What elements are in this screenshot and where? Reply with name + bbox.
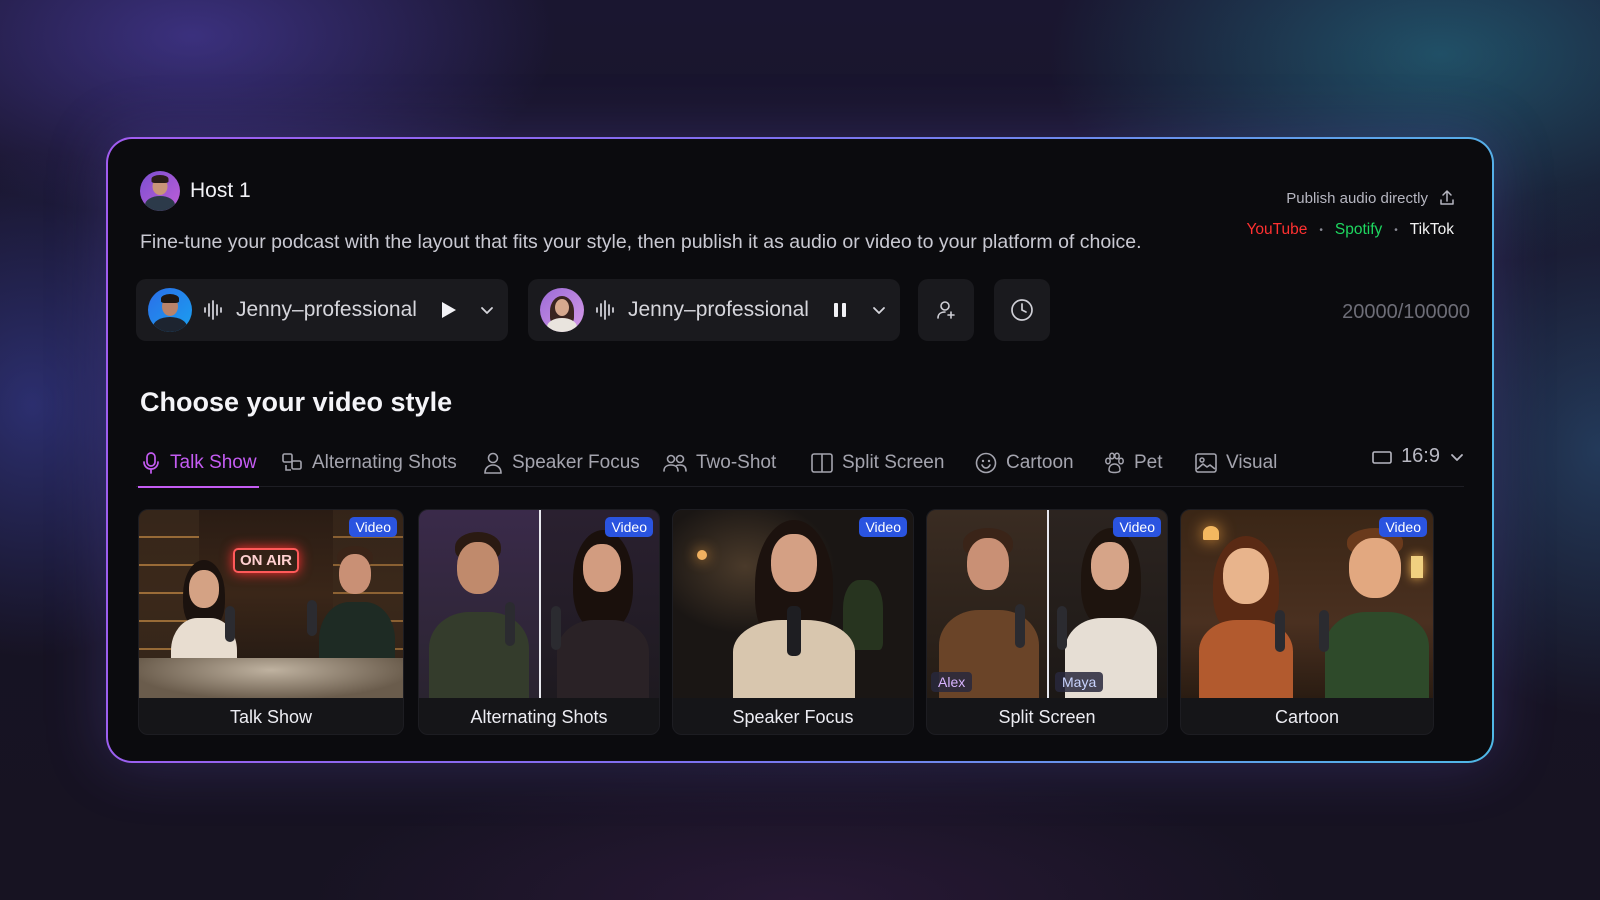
play-icon[interactable] [438,300,458,320]
chevron-down-icon[interactable] [478,301,496,319]
paw-icon [1102,451,1126,475]
card-thumbnail [673,510,913,698]
card-label: Speaker Focus [732,707,854,727]
pause-icon[interactable] [830,300,850,320]
voice-selector-host-2[interactable]: Jenny–professional [528,279,900,341]
microphone-icon [140,451,162,475]
card-label: Split Screen [998,707,1096,727]
card-label: Alternating Shots [470,707,608,727]
alternating-shots-icon [280,451,304,475]
two-people-icon [662,451,688,475]
tab-label: Speaker Focus [512,452,640,473]
app-frame: Host 1 Fine-tune your podcast with the l… [106,137,1494,763]
video-badge: Video [1379,517,1427,537]
person-icon [482,451,504,475]
waveform-icon [202,299,226,321]
tab-speaker-focus[interactable]: Speaker Focus [482,439,640,487]
platform-spotify[interactable]: Spotify [1335,221,1382,239]
style-card-cartoon[interactable]: Video Cartoon [1180,509,1434,735]
voice-avatar-female [540,288,584,332]
separator-dot: • [1319,224,1323,236]
section-title: Choose your video style [140,387,453,417]
platform-tiktok[interactable]: TikTok [1410,221,1454,239]
tab-label: Two-Shot [696,452,777,473]
description-text: Fine-tune your podcast with the layout t… [140,231,1142,253]
card-thumbnail: Alex Maya [927,510,1167,698]
voice-selector-host-1[interactable]: Jenny–professional [136,279,508,341]
chevron-down-icon [1448,448,1466,466]
host-title: Host 1 [190,179,251,202]
history-button[interactable] [994,279,1050,341]
tab-talk-show[interactable]: Talk Show [138,439,259,488]
card-label: Talk Show [229,707,313,727]
publish-audio-label: Publish audio directly [1286,189,1428,207]
card-label: Cartoon [1274,707,1340,727]
tab-label: Visual [1226,452,1278,473]
tab-label: Talk Show [170,452,257,473]
separator-dot: • [1394,224,1398,236]
tab-label: Cartoon [1006,452,1074,473]
voice-name: Jenny–professional [236,298,417,321]
add-speaker-button[interactable] [918,279,974,341]
video-style-tabs: Talk Show Alternating Shots Speaker Focu… [136,439,1464,488]
voice-avatar-male [148,288,192,332]
host-avatar[interactable] [140,171,180,211]
tab-pet[interactable]: Pet [1102,439,1163,487]
podcast-panel: Host 1 Fine-tune your podcast with the l… [108,139,1492,761]
video-badge: Video [349,517,397,537]
split-screen-icon [810,451,834,475]
style-card-split-screen[interactable]: Alex Maya Video Split Screen [926,509,1168,735]
style-card-talk-show[interactable]: ON AIR Video Talk Show [138,509,404,735]
user-add-icon [934,298,958,322]
tab-label: Split Screen [842,452,945,473]
platform-youtube[interactable]: YouTube [1246,221,1307,239]
smiley-icon [974,451,998,475]
platform-list: YouTube • Spotify • TikTok [1246,221,1454,239]
style-card-alternating-shots[interactable]: Video Alternating Shots [418,509,660,735]
waveform-icon [594,299,618,321]
tab-two-shot[interactable]: Two-Shot [662,439,776,487]
upload-icon [1438,189,1456,207]
card-thumbnail: ON AIR [139,510,403,698]
aspect-ratio-icon [1371,448,1393,466]
voice-name: Jenny–professional [628,298,809,321]
style-card-speaker-focus[interactable]: Video Speaker Focus [672,509,914,735]
speaker-name-tag: Alex [931,672,973,692]
tab-label: Alternating Shots [312,452,457,473]
tab-cartoon[interactable]: Cartoon [974,439,1074,487]
video-badge: Video [605,517,653,537]
tab-alternating-shots[interactable]: Alternating Shots [280,439,457,487]
character-counter: 20000/100000 [1342,301,1470,323]
publish-audio-button[interactable]: Publish audio directly [1286,189,1456,207]
clock-icon [1009,297,1035,323]
host-header: Host 1 [140,171,251,211]
card-thumbnail [419,510,659,698]
image-icon [1194,451,1218,475]
video-badge: Video [859,517,907,537]
video-badge: Video [1113,517,1161,537]
aspect-ratio-dropdown[interactable]: 16:9 [1371,445,1466,468]
tab-visual[interactable]: Visual [1194,439,1277,487]
speaker-name-tag: Maya [1055,672,1104,692]
tab-label: Pet [1134,452,1163,473]
card-thumbnail [1181,510,1433,698]
aspect-ratio-value: 16:9 [1401,445,1440,467]
chevron-down-icon[interactable] [870,301,888,319]
tab-split-screen[interactable]: Split Screen [810,439,944,487]
on-air-sign: ON AIR [233,548,299,573]
